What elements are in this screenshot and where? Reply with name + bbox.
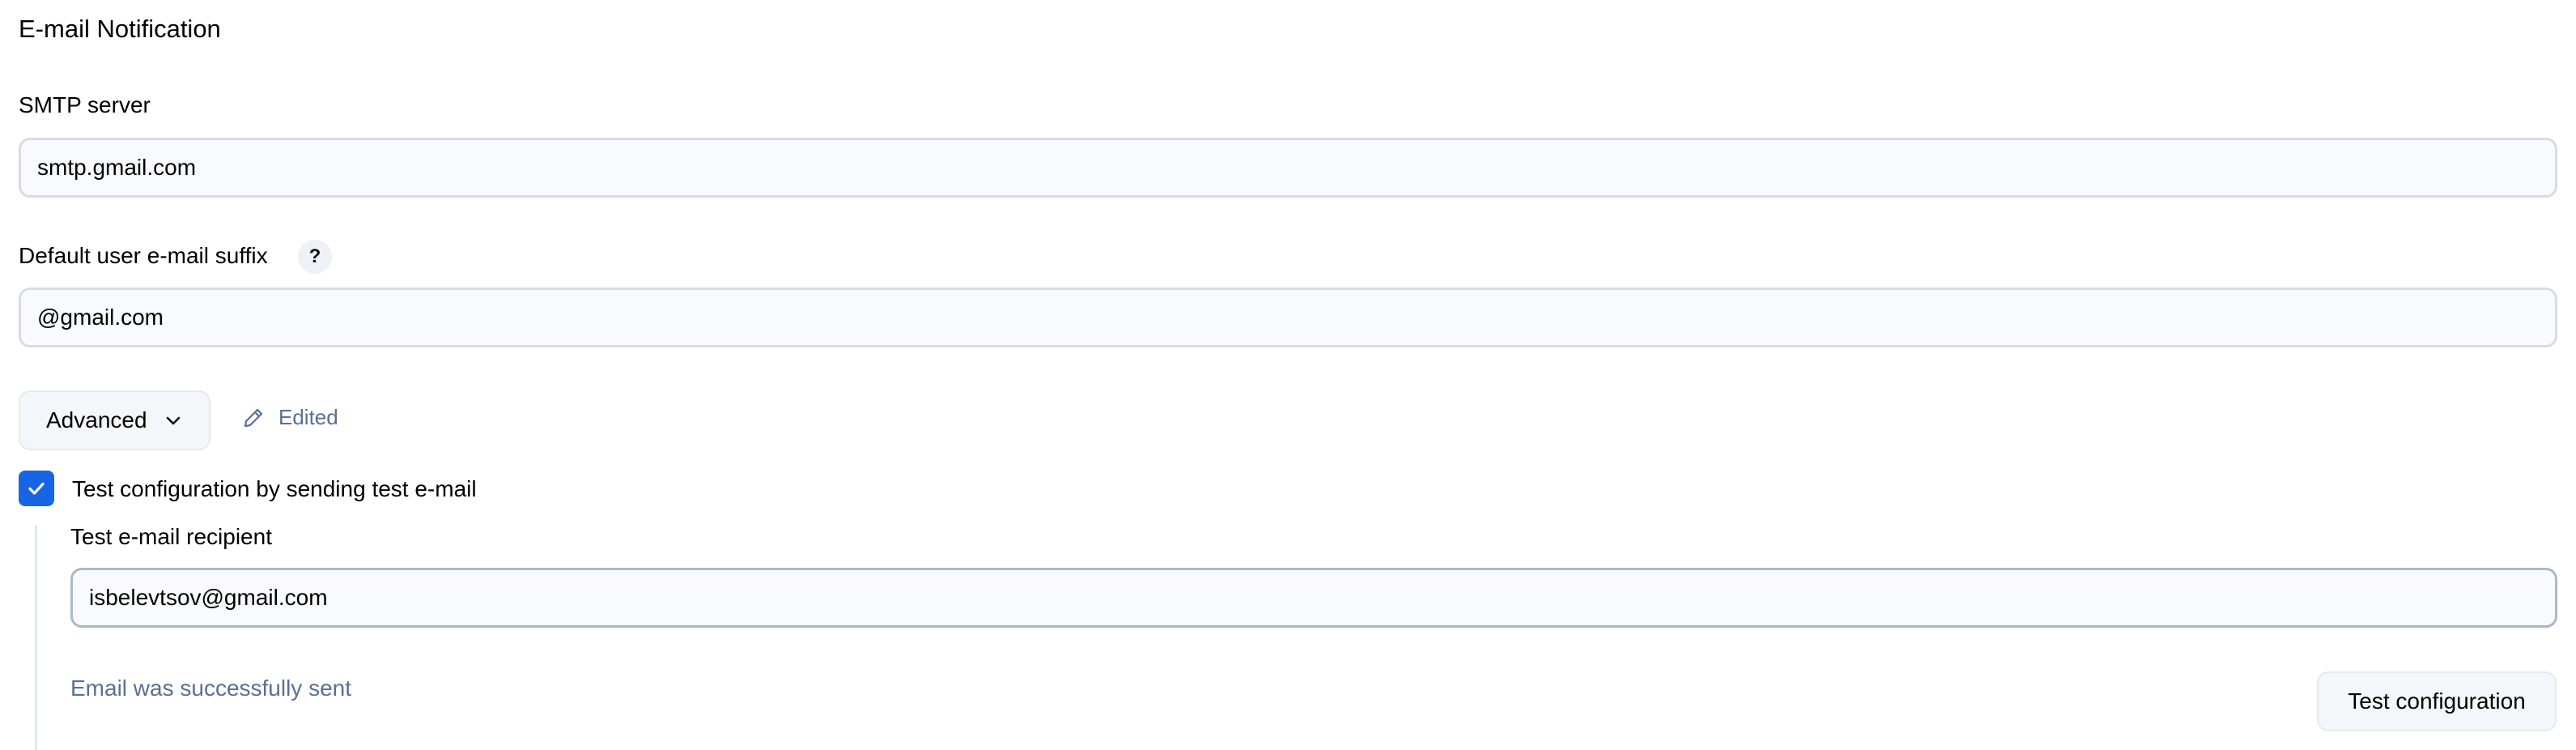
status-message: Email was successfully sent: [70, 675, 352, 701]
advanced-toggle-button[interactable]: Advanced: [19, 390, 210, 450]
test-configuration-button[interactable]: Test configuration: [2317, 671, 2557, 731]
section-title: E-mail Notification: [19, 15, 221, 43]
help-icon-glyph: ?: [308, 245, 321, 267]
edited-label: Edited: [278, 405, 338, 429]
nested-section-divider: [35, 525, 37, 750]
edited-indicator: Edited: [241, 405, 338, 430]
email-suffix-input[interactable]: [19, 288, 2557, 347]
advanced-button-label: Advanced: [46, 407, 147, 433]
smtp-server-input[interactable]: [19, 138, 2557, 198]
email-suffix-label: Default user e-mail suffix: [19, 243, 268, 268]
test-recipient-label: Test e-mail recipient: [70, 524, 272, 549]
help-icon[interactable]: ?: [298, 240, 332, 274]
pencil-icon: [241, 406, 266, 430]
test-config-checkbox-label[interactable]: Test configuration by sending test e-mai…: [72, 473, 477, 505]
chevron-down-icon: [164, 411, 183, 430]
smtp-server-label: SMTP server: [19, 92, 151, 117]
checkmark-icon: [28, 482, 45, 495]
test-recipient-input[interactable]: [70, 568, 2557, 628]
test-config-checkbox[interactable]: [19, 471, 54, 506]
email-notification-panel: E-mail Notification SMTP server Default …: [0, 0, 2576, 750]
